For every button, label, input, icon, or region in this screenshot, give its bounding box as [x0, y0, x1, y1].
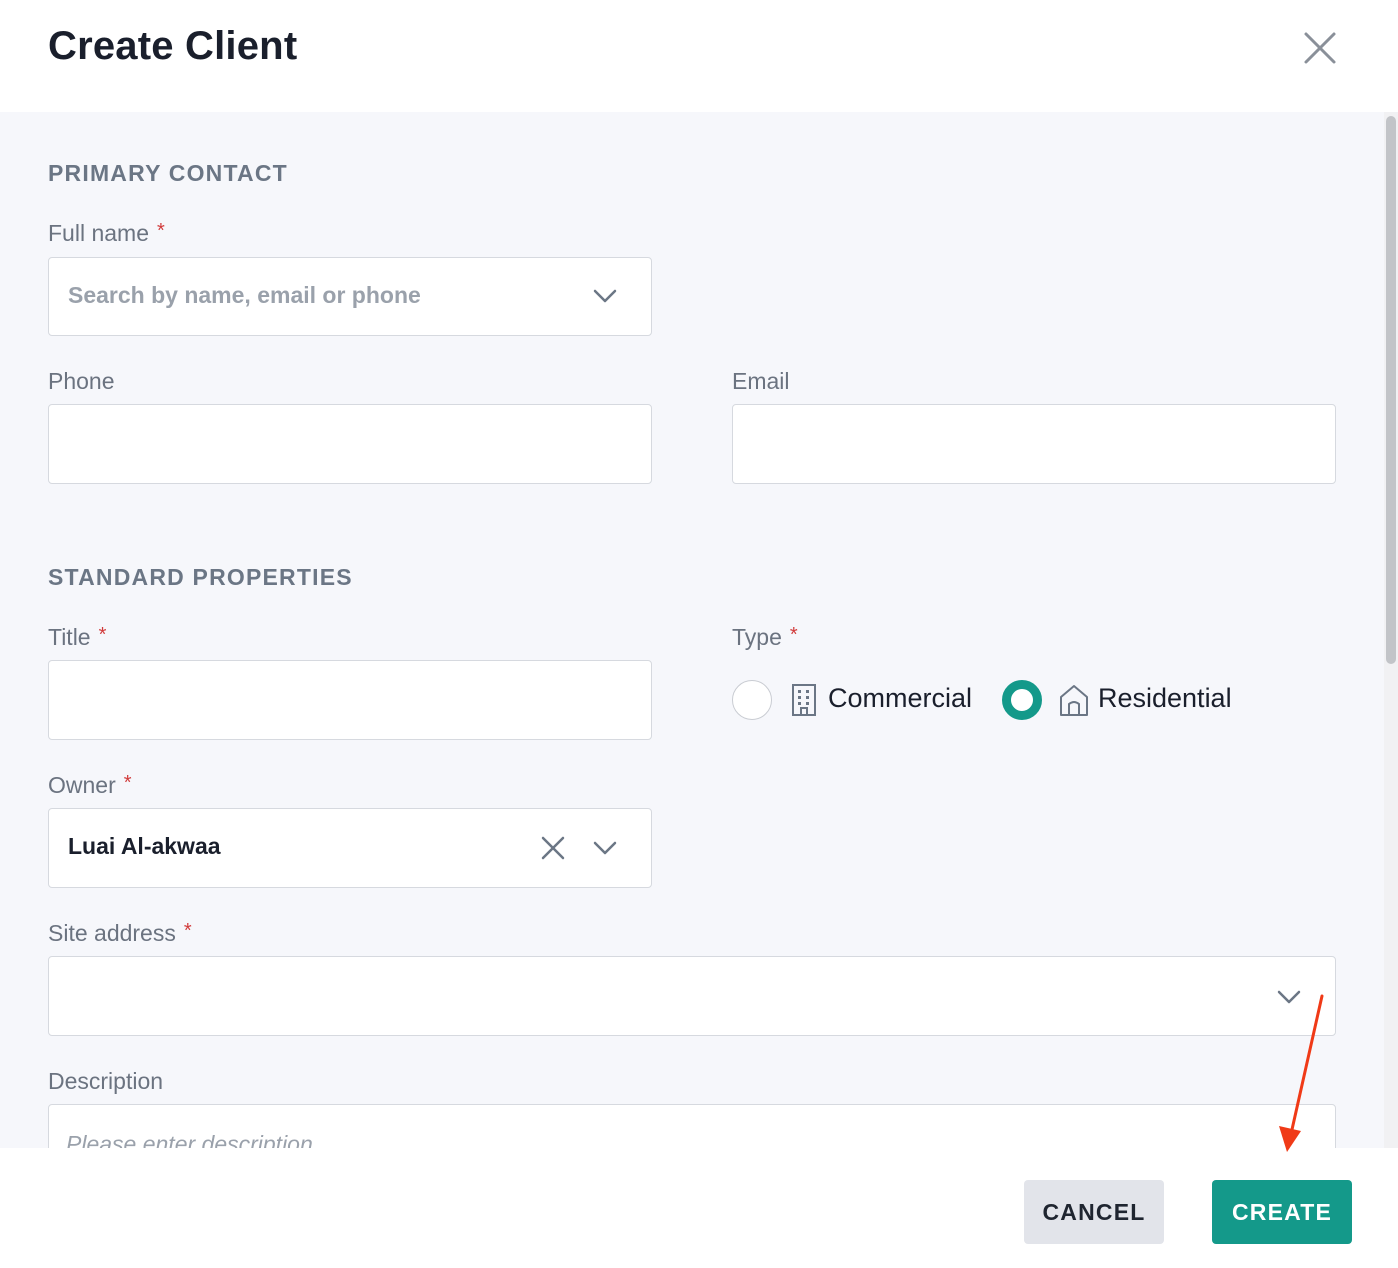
title-label: Title *	[48, 624, 106, 651]
full-name-placeholder: Search by name, email or phone	[68, 282, 421, 308]
description-placeholder: Please enter description	[66, 1131, 313, 1148]
email-label: Email	[732, 368, 790, 394]
cancel-button[interactable]: CANCEL	[1024, 1180, 1164, 1244]
type-radio-commercial[interactable]	[732, 680, 772, 720]
type-label: Type *	[732, 624, 798, 651]
description-label: Description	[48, 1068, 164, 1094]
title-label-text: Title	[48, 624, 91, 650]
email-field[interactable]	[732, 404, 1336, 484]
full-name-label: Full name *	[48, 220, 165, 247]
phone-field[interactable]	[48, 404, 652, 484]
building-icon	[792, 684, 816, 716]
description-textarea[interactable]: Please enter description	[48, 1104, 1336, 1148]
dialog-footer: CANCEL CREATE	[0, 1148, 1398, 1268]
close-button[interactable]	[1296, 24, 1344, 72]
owner-select[interactable]: Luai Al-akwaa	[48, 808, 652, 888]
owner-label-text: Owner	[48, 772, 116, 798]
type-option-residential-label[interactable]: Residential	[1098, 683, 1232, 714]
phone-label: Phone	[48, 368, 115, 394]
create-button[interactable]: CREATE	[1212, 1180, 1352, 1244]
chevron-down-icon[interactable]	[589, 832, 621, 864]
full-name-label-text: Full name	[48, 220, 149, 246]
required-mark: *	[123, 772, 132, 794]
owner-value: Luai Al-akwaa	[68, 833, 221, 859]
type-radio-residential[interactable]	[1002, 680, 1042, 720]
dialog-header: Create Client	[0, 0, 1398, 112]
owner-label: Owner *	[48, 772, 132, 799]
site-address-label: Site address *	[48, 920, 192, 947]
required-mark: *	[789, 624, 798, 646]
full-name-select[interactable]: Search by name, email or phone	[48, 257, 652, 336]
dialog-title: Create Client	[48, 24, 298, 68]
chevron-down-icon[interactable]	[1273, 981, 1305, 1013]
required-mark: *	[183, 920, 192, 942]
clear-icon[interactable]	[537, 832, 569, 864]
close-icon	[1304, 32, 1336, 64]
standard-properties-heading: STANDARD PROPERTIES	[48, 564, 353, 590]
body-scrollbar[interactable]	[1384, 112, 1398, 1148]
scrollbar-thumb[interactable]	[1386, 116, 1396, 664]
site-address-select[interactable]	[48, 956, 1336, 1036]
required-mark: *	[156, 220, 165, 242]
chevron-down-icon[interactable]	[589, 280, 621, 312]
primary-contact-heading: PRIMARY CONTACT	[48, 160, 288, 186]
house-icon	[1060, 685, 1088, 716]
type-option-commercial-label[interactable]: Commercial	[828, 683, 972, 714]
title-field[interactable]	[48, 660, 652, 740]
site-address-label-text: Site address	[48, 920, 176, 946]
type-label-text: Type	[732, 624, 782, 650]
dialog-body: PRIMARY CONTACT Full name * Search by nam…	[0, 112, 1384, 1148]
required-mark: *	[98, 624, 107, 646]
